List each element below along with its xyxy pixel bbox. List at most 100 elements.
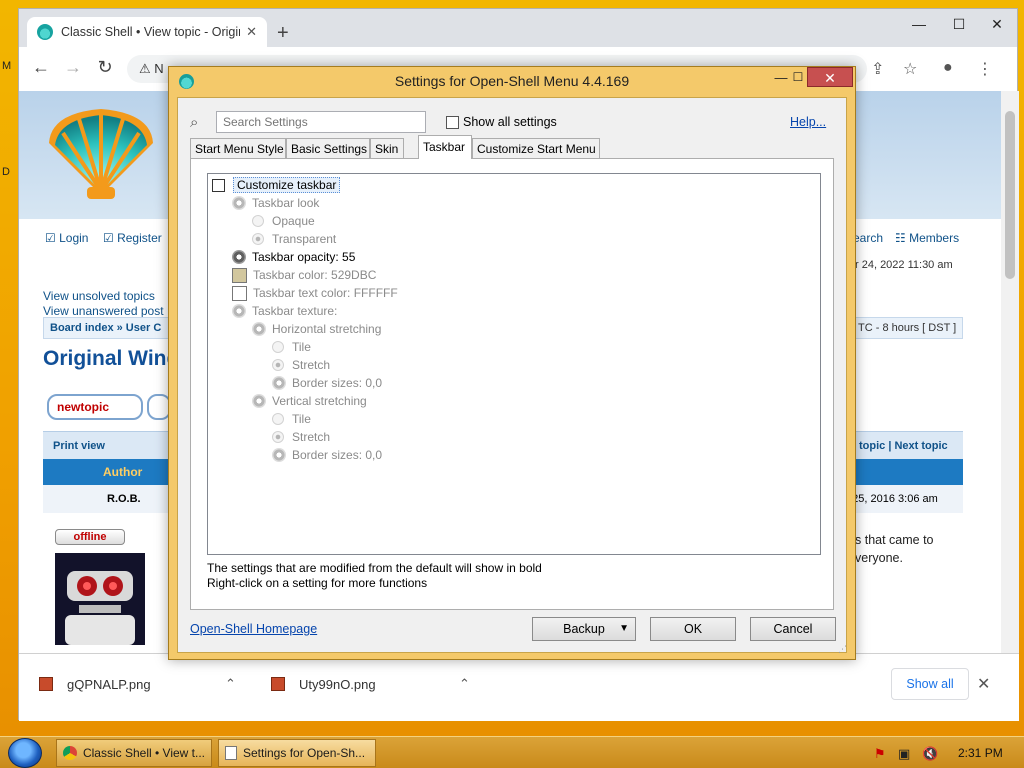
dialog-body: ⌕ Show all settings Help... Start Menu S… — [177, 97, 847, 655]
action-center-icon[interactable]: ▣ — [898, 746, 910, 762]
color-swatch-icon — [232, 267, 247, 283]
image-file-icon — [271, 677, 285, 691]
unsolved-topics-link[interactable]: View unsolved topics — [43, 289, 155, 303]
close-window-button[interactable]: ✕ — [977, 13, 1017, 35]
search-settings-input[interactable] — [216, 111, 426, 133]
desktop-icon-label[interactable]: M — [2, 60, 11, 72]
settings-tree[interactable]: Customize taskbar Taskbar look Opaque Tr… — [207, 173, 821, 555]
profile-icon[interactable]: ● — [943, 59, 953, 77]
dialog-titlebar[interactable]: Settings for Open-Shell Menu 4.4.169 — ☐… — [169, 67, 855, 95]
breadcrumb-path[interactable]: Board index » User C — [50, 322, 161, 334]
share-icon[interactable]: ⇪ — [871, 59, 884, 79]
tree-item-taskbar-text-color[interactable]: Taskbar text color: FFFFFF — [232, 284, 398, 302]
radio-v-tile[interactable]: Tile — [272, 410, 311, 428]
download-item[interactable]: gQPNALP.png — [39, 670, 151, 698]
radio-opaque[interactable]: Opaque — [252, 212, 315, 230]
show-all-downloads-button[interactable]: Show all — [891, 668, 969, 700]
checkbox-box[interactable] — [212, 178, 225, 192]
backup-button[interactable]: Backup ▼ — [532, 617, 636, 641]
classic-shell-favicon-icon — [37, 24, 53, 40]
gear-icon — [252, 394, 266, 408]
network-icon[interactable]: ⚑ — [874, 746, 886, 762]
tab-title: Classic Shell • View topic - Origin — [61, 25, 241, 39]
tree-item-taskbar-color[interactable]: Taskbar color: 529DBC — [232, 266, 376, 284]
tree-item-taskbar-look[interactable]: Taskbar look — [232, 194, 319, 212]
maximize-button[interactable]: ☐ — [939, 13, 979, 35]
ok-button[interactable]: OK — [650, 617, 736, 641]
tree-item-taskbar-texture[interactable]: Taskbar texture: — [232, 302, 337, 320]
tab-start-menu-style[interactable]: Start Menu Style — [190, 138, 286, 158]
print-view-link[interactable]: Print view — [53, 440, 105, 452]
register-link[interactable]: ☑ Register — [103, 231, 162, 245]
resize-grip-icon[interactable]: ⋰ — [838, 644, 847, 655]
members-link[interactable]: ☷ Members — [895, 231, 959, 245]
new-tab-button[interactable]: + — [277, 23, 289, 43]
tab-basic-settings[interactable]: Basic Settings — [286, 138, 370, 158]
gear-icon — [272, 376, 286, 390]
current-date: r 24, 2022 11:30 am — [855, 259, 953, 271]
taskbar-item-chrome[interactable]: Classic Shell • View t... — [56, 739, 212, 767]
downloads-bar: gQPNALP.png ⌃ Uty99nO.png ⌃ Show all ✕ — [19, 653, 1019, 721]
help-link[interactable]: Help... — [790, 115, 826, 129]
chevron-up-icon[interactable]: ⌃ — [225, 676, 236, 692]
post-author[interactable]: R.O.B. — [107, 493, 141, 505]
scrollbar-thumb[interactable] — [1005, 111, 1015, 279]
radio-transparent[interactable]: Transparent — [252, 230, 336, 248]
taskbar-item-label: Classic Shell • View t... — [82, 746, 205, 760]
chrome-icon — [63, 746, 77, 760]
close-downloads-icon[interactable]: ✕ — [977, 674, 990, 694]
desktop-icon-label[interactable]: D — [2, 166, 10, 178]
topic-navigation[interactable]: topic | Next topic — [859, 440, 948, 452]
login-link[interactable]: ☑ Login — [45, 231, 88, 245]
taskbar-item-settings[interactable]: Settings for Open-Sh... — [218, 739, 376, 767]
page-scrollbar[interactable] — [1001, 91, 1019, 653]
minimize-button[interactable]: — — [899, 13, 939, 35]
open-shell-homepage-link[interactable]: Open-Shell Homepage — [190, 622, 317, 636]
volume-muted-icon[interactable]: 🔇 — [922, 746, 938, 762]
bookmark-star-icon[interactable]: ☆ — [903, 59, 917, 79]
tree-item-taskbar-opacity[interactable]: Taskbar opacity: 55 — [232, 248, 355, 266]
radio-selected-icon — [272, 359, 284, 371]
search-link[interactable]: earch — [853, 231, 883, 245]
tab-taskbar[interactable]: Taskbar — [418, 135, 472, 159]
radio-h-stretch[interactable]: Stretch — [272, 356, 330, 374]
radio-v-stretch[interactable]: Stretch — [272, 428, 330, 446]
tab-customize-start-menu[interactable]: Customize Start Menu — [472, 138, 600, 158]
tree-item-h-border-sizes[interactable]: Border sizes: 0,0 — [272, 374, 382, 392]
clock[interactable]: 2:31 PM — [958, 746, 1003, 760]
back-icon[interactable]: ← — [29, 57, 53, 78]
window-icon — [225, 746, 237, 760]
unanswered-posts-link[interactable]: View unanswered post — [43, 304, 164, 318]
settings-dialog: Settings for Open-Shell Menu 4.4.169 — ☐… — [168, 66, 856, 660]
close-tab-icon[interactable]: ✕ — [246, 24, 257, 40]
menu-kebab-icon[interactable]: ⋮ — [977, 59, 993, 79]
radio-icon — [272, 341, 284, 353]
tree-item-horizontal-stretching[interactable]: Horizontal stretching — [252, 320, 381, 338]
avatar — [55, 553, 145, 645]
tab-skin[interactable]: Skin — [370, 138, 404, 158]
forward-icon[interactable]: → — [61, 57, 85, 78]
download-filename: Uty99nO.png — [299, 676, 376, 692]
browser-tab[interactable]: Classic Shell • View topic - Origin ✕ — [27, 17, 267, 47]
cancel-button[interactable]: Cancel — [750, 617, 836, 641]
tree-item-v-border-sizes[interactable]: Border sizes: 0,0 — [272, 446, 382, 464]
download-item[interactable]: Uty99nO.png — [271, 670, 376, 698]
tree-item-vertical-stretching[interactable]: Vertical stretching — [252, 392, 367, 410]
radio-h-tile[interactable]: Tile — [272, 338, 311, 356]
dialog-maximize-button[interactable]: ☐ — [787, 70, 809, 88]
download-filename: gQPNALP.png — [67, 676, 151, 692]
post-date: g 25, 2016 3:06 am — [843, 493, 938, 505]
hint-bold-settings: The settings that are modified from the … — [207, 561, 542, 575]
checkbox-box[interactable] — [446, 115, 459, 129]
post-text-line: s that came to — [855, 533, 934, 547]
dialog-close-button[interactable]: ✕ — [807, 67, 853, 87]
tab-strip: Classic Shell • View topic - Origin ✕ + … — [19, 9, 1017, 47]
customize-taskbar-checkbox[interactable]: Customize taskbar — [212, 176, 341, 194]
show-all-settings-checkbox[interactable]: Show all settings — [446, 115, 557, 129]
reload-icon[interactable]: ↻ — [93, 57, 117, 78]
warning-icon[interactable]: ⚠ — [139, 61, 151, 76]
chevron-up-icon[interactable]: ⌃ — [459, 676, 470, 692]
topic-title[interactable]: Original Wind — [43, 347, 179, 371]
start-button[interactable] — [8, 738, 42, 768]
new-topic-button[interactable]: newtopic — [47, 394, 143, 420]
